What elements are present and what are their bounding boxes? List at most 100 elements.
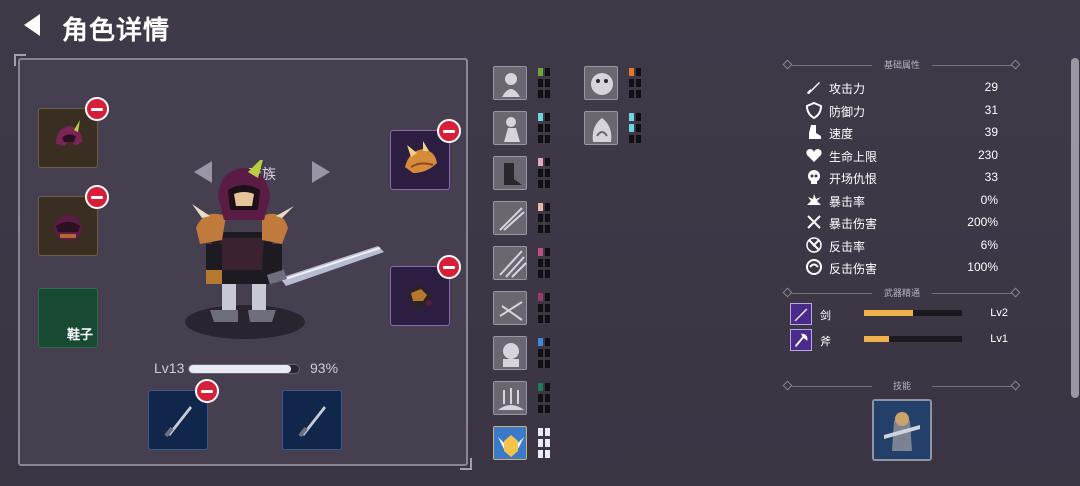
boot-icon [809, 125, 821, 139]
stat-value: 29 [984, 80, 998, 94]
skill-pip [538, 90, 543, 98]
skill-pip [629, 124, 634, 132]
skill-pip [545, 383, 550, 391]
mastery-row: 剑 Lv2 [790, 303, 1012, 325]
boot-skill-icon[interactable] [493, 156, 527, 190]
pauldron-icon [405, 141, 437, 173]
skill-pip [538, 383, 543, 391]
slash-skill-icon[interactable] [493, 246, 527, 280]
skill-pip [545, 169, 550, 177]
skill-pips [538, 201, 552, 235]
skill-pips [538, 381, 552, 415]
skill-pip [629, 113, 634, 121]
stat-name: 开场仇恨 [829, 172, 878, 186]
weapon-slot-1[interactable] [148, 379, 219, 450]
skill-pip [538, 304, 543, 312]
back-arrow-icon[interactable] [20, 12, 46, 38]
crossed-swords-icon [807, 215, 821, 229]
skill-pip [545, 405, 550, 413]
skill-pip [545, 214, 550, 222]
skill-pip [538, 180, 543, 188]
skill-pips [538, 66, 552, 100]
stat-name: 攻击力 [829, 82, 866, 96]
skill-pip [538, 169, 543, 177]
remove-helmet-button[interactable] [85, 97, 109, 121]
skill-pip [545, 270, 550, 278]
scrollbar[interactable] [1071, 58, 1079, 398]
mastery-name: 剑 [820, 310, 831, 322]
skill-pip [545, 304, 550, 312]
weapon-slot-2[interactable] [282, 390, 342, 450]
skill-pip [545, 259, 550, 267]
armored-guard-skill-icon[interactable] [493, 336, 527, 370]
skill-pip [636, 135, 641, 143]
gloves-slot[interactable] [390, 255, 461, 326]
weapon-mastery-header: 武器精通 [782, 286, 1022, 300]
winged-shield-skill-icon[interactable] [493, 426, 527, 460]
warrior-pose-skill-icon[interactable] [493, 111, 527, 145]
basic-stats-header: 基础属性 [782, 58, 1022, 72]
skill-pip [538, 439, 543, 447]
stat-value: 31 [984, 102, 998, 117]
skill-pips [538, 111, 552, 145]
skill-pip [545, 360, 550, 368]
stat-row: 防御力 31 [805, 101, 1000, 121]
beast-skill-icon[interactable] [493, 66, 527, 100]
counter-icon [806, 236, 822, 253]
skill-pip [545, 450, 550, 458]
stat-value: 230 [977, 147, 998, 162]
skill-pip [636, 68, 641, 76]
remove-weapon-1-button[interactable] [195, 379, 219, 403]
skill-pip [636, 90, 641, 98]
skill-pip [545, 293, 550, 301]
heart-icon [806, 148, 822, 162]
stat-row: 生命上限 230 [805, 146, 1000, 166]
skull-icon [808, 170, 820, 184]
skill-pips [538, 246, 552, 280]
skill-pip [545, 135, 550, 143]
burst-icon [807, 193, 821, 205]
head-armor-slot[interactable] [38, 185, 109, 256]
skill-pip [545, 113, 550, 121]
mastery-row: 斧 Lv1 [790, 329, 1012, 351]
hooded-figure-skill-icon[interactable] [584, 111, 618, 145]
demon-face-skill-icon[interactable] [584, 66, 618, 100]
page-title: 角色详情 [62, 15, 171, 45]
mastery-bar [864, 336, 962, 342]
crossed-blades-skill-icon[interactable] [493, 201, 527, 235]
sword-fan-skill-icon[interactable] [493, 291, 527, 325]
fire-ground-skill-icon[interactable] [493, 381, 527, 415]
stat-value: 6% [980, 237, 998, 252]
shoulder-slot[interactable] [390, 119, 461, 190]
skill-pip [538, 214, 543, 222]
skill-pip [545, 124, 550, 132]
shield-icon [805, 101, 823, 119]
stat-name: 反击率 [829, 239, 866, 254]
helmet-slot[interactable] [38, 97, 109, 168]
skill-pip [545, 394, 550, 402]
skill-pip [545, 90, 550, 98]
stat-value: 200% [967, 215, 998, 229]
skill-pip [538, 225, 543, 233]
character-sprite [185, 160, 384, 339]
skill-pip [538, 293, 543, 301]
skill-pip [545, 439, 550, 447]
mastery-bar [864, 310, 962, 316]
xp-bar [188, 364, 300, 374]
axe-mastery-icon [790, 329, 812, 351]
skill-pip [545, 248, 550, 256]
skill-pip [545, 203, 550, 211]
remove-head-armor-button[interactable] [85, 185, 109, 209]
skill-pip [545, 349, 550, 357]
remove-gloves-button[interactable] [437, 255, 461, 279]
stat-name: 反击伤害 [829, 262, 878, 276]
skill-pip [545, 225, 550, 233]
remove-shoulder-button[interactable] [437, 119, 461, 143]
shoes-slot[interactable]: 鞋子 [38, 288, 98, 348]
mastery-bar-fill [864, 310, 913, 316]
warrior-ability-icon[interactable] [872, 399, 932, 461]
skill-pip [538, 338, 543, 346]
mastery-bar-fill [864, 336, 889, 342]
stat-name: 暴击率 [829, 194, 866, 209]
mastery-level: Lv2 [990, 307, 1008, 319]
